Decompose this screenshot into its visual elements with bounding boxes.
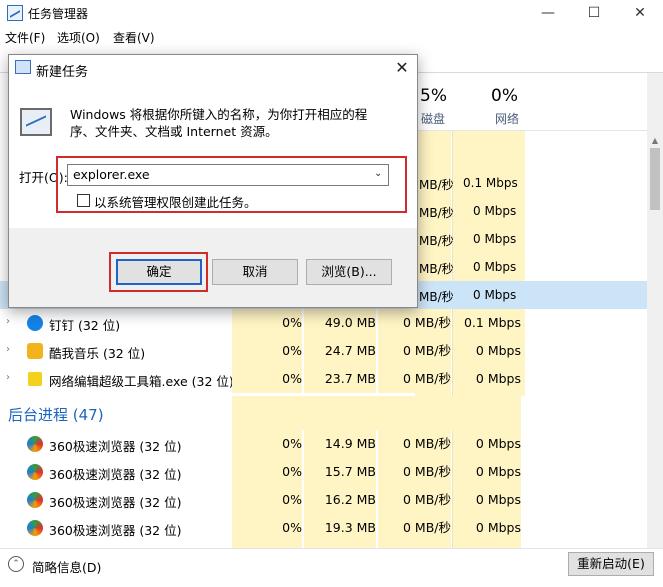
table-row[interactable]: MB/秒 0 Mbps (415, 197, 647, 225)
table-row[interactable]: › 网络编辑超级工具箱.exe (32 位) 0% 23.7 MB 0 MB/秒… (0, 365, 663, 393)
table-row[interactable]: › 酷我音乐 (32 位) 0% 24.7 MB 0 MB/秒 0 Mbps (0, 337, 663, 365)
360-browser-icon (27, 492, 43, 508)
chevron-right-icon[interactable]: › (6, 344, 15, 355)
scrollbar-thumb[interactable] (650, 148, 660, 210)
run-program-icon (20, 108, 52, 136)
background-processes-header: 后台进程 (47) (8, 406, 104, 424)
task-manager-icon (7, 5, 23, 21)
network-column-header[interactable]: 网络 (485, 110, 529, 127)
dialog-close-icon[interactable]: ✕ (392, 58, 412, 78)
admin-checkbox[interactable] (77, 194, 90, 207)
table-row[interactable]: 360极速浏览器 (32 位) 0% 14.9 MB 0 MB/秒 0 Mbps (0, 430, 663, 458)
fewer-details-link[interactable]: 简略信息(D) (32, 557, 101, 576)
cancel-button[interactable]: 取消 (212, 259, 298, 285)
menu-options[interactable]: 选项(O) (57, 29, 100, 46)
menu-view[interactable]: 查看(V) (113, 29, 155, 46)
menu-file[interactable]: 文件(F) (5, 29, 45, 46)
chevron-right-icon[interactable]: › (6, 316, 15, 327)
ok-button[interactable]: 确定 (116, 259, 202, 285)
table-row[interactable]: › 钉钉 (32 位) 0% 49.0 MB 0 MB/秒 0.1 Mbps (0, 309, 663, 337)
scroll-up-arrow-icon[interactable]: ▲ (647, 136, 663, 148)
window-title: 任务管理器 (28, 7, 89, 21)
360-browser-icon (27, 436, 43, 452)
admin-checkbox-label[interactable]: 以系统管理权限创建此任务。 (94, 192, 257, 211)
table-row[interactable]: MB/秒 0 Mbps (415, 253, 647, 281)
dingtalk-icon (27, 315, 43, 331)
chevron-up-circle-icon[interactable]: ⌃ (8, 556, 24, 572)
network-percent: 0% (491, 86, 518, 106)
table-row[interactable]: 360极速浏览器 (32 位) 0% 16.2 MB 0 MB/秒 0 Mbps (0, 486, 663, 514)
table-row[interactable]: 360极速浏览器 (32 位) 0% 15.7 MB 0 MB/秒 0 Mbps (0, 458, 663, 486)
table-row[interactable]: 360极速浏览器 (32 位) 0% 19.3 MB 0 MB/秒 0 Mbps (0, 514, 663, 548)
menu-bar: 文件(F) 选项(O) 查看(V) (0, 27, 663, 47)
table-row[interactable]: MB/秒 0 Mbps (415, 225, 647, 253)
table-row[interactable]: MB/秒 0.1 Mbps (415, 169, 647, 197)
close-button[interactable]: ✕ (617, 0, 663, 26)
dialog-title: 新建任务 (36, 65, 89, 80)
run-icon (15, 60, 31, 74)
dialog-description: Windows 将根据你所键入的名称，为你打开相应的程序、文件夹、文档或 Int… (70, 107, 368, 139)
open-combobox[interactable]: explorer.exe (67, 164, 389, 186)
kuwo-music-icon (27, 343, 43, 359)
maximize-button[interactable]: ☐ (571, 0, 617, 26)
chevron-down-icon[interactable]: ⌄ (374, 168, 382, 179)
360-browser-icon (27, 464, 43, 480)
disk-percent: 5% (420, 86, 447, 106)
browse-button[interactable]: 浏览(B)... (306, 259, 392, 285)
toolbox-icon (28, 372, 42, 386)
360-browser-icon (27, 520, 43, 536)
chevron-right-icon[interactable]: › (6, 372, 15, 383)
disk-column-header[interactable]: 磁盘 (415, 110, 451, 127)
restart-button[interactable]: 重新启动(E) (568, 552, 654, 576)
minimize-button[interactable]: — (525, 0, 571, 26)
